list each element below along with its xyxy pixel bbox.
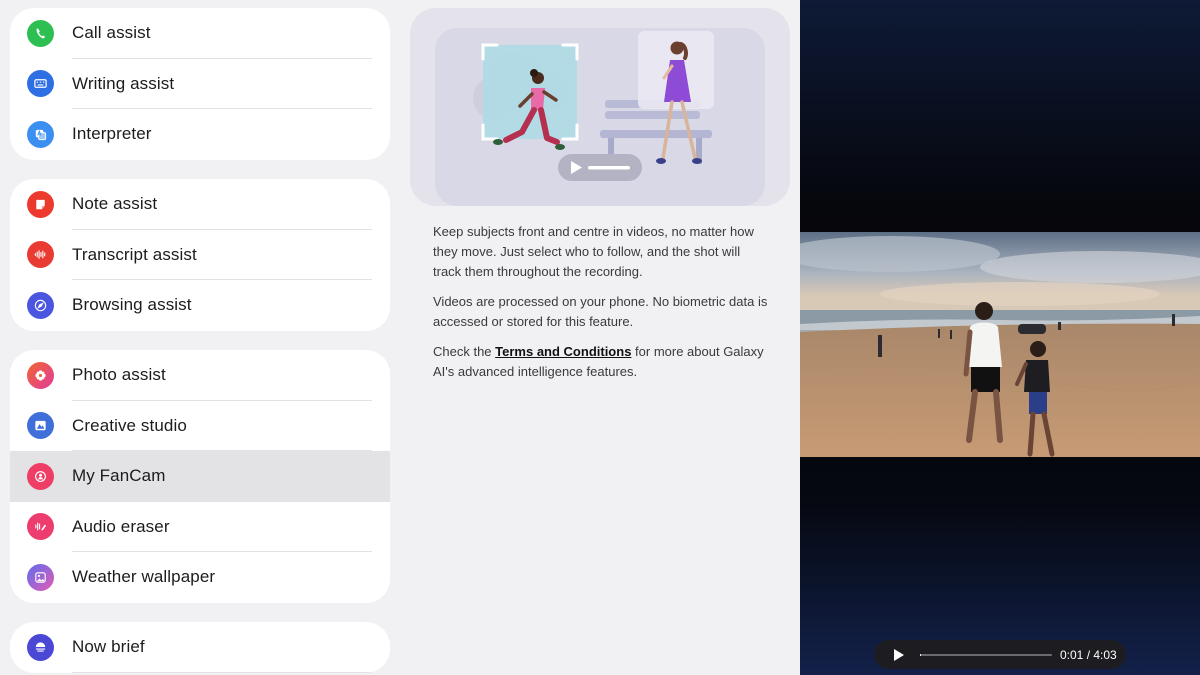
audio-eraser-label: Audio eraser <box>72 516 170 536</box>
interpreter-label: Interpreter <box>72 124 152 144</box>
now-brief-item[interactable]: Now brief <box>10 622 390 673</box>
video-controls: 0:01 / 4:03 <box>874 640 1126 669</box>
seek-bar[interactable] <box>920 653 1052 656</box>
feature-detail-pane: Keep subjects front and centre in videos… <box>400 0 800 675</box>
creative-studio-label: Creative studio <box>72 415 187 435</box>
phone-icon <box>27 19 54 47</box>
play-icon <box>894 648 904 661</box>
note-icon <box>27 190 54 218</box>
terms-prefix: Check the <box>433 344 496 359</box>
beach-video-image <box>800 232 1200 457</box>
canvas-icon <box>27 412 54 440</box>
creative-studio-item[interactable]: Creative studio <box>10 401 390 451</box>
audio-eraser-item[interactable]: Audio eraser <box>10 502 390 552</box>
illustration-art <box>435 28 765 206</box>
description-paragraph-1: Keep subjects front and centre in videos… <box>433 224 754 279</box>
interpreter-item[interactable]: Interpreter <box>10 109 390 160</box>
photo-assist-label: Photo assist <box>72 365 166 385</box>
video-frame[interactable] <box>800 232 1200 457</box>
play-button[interactable] <box>884 640 914 669</box>
settings-group-4: Now brief <box>10 622 390 673</box>
playback-time: 0:01 / 4:03 <box>1060 647 1117 662</box>
video-player-pane[interactable]: 0:01 / 4:03 <box>800 0 1200 675</box>
description-paragraph-2: Videos are processed on your phone. No b… <box>433 294 768 329</box>
seek-progress <box>920 653 921 656</box>
flower-icon <box>27 361 54 389</box>
person-focus-icon <box>27 462 54 490</box>
terms-and-conditions-link[interactable]: Terms and Conditions <box>495 344 631 359</box>
photo-assist-item[interactable]: Photo assist <box>10 350 390 401</box>
my-fancam-item[interactable]: My FanCam <box>10 451 390 502</box>
fancam-illustration <box>410 8 790 206</box>
keyboard-icon <box>27 70 54 98</box>
writing-assist-item[interactable]: Writing assist <box>10 59 390 109</box>
feature-description: Keep subjects front and centre in videos… <box>433 222 768 392</box>
call-assist-item[interactable]: Call assist <box>10 8 390 59</box>
weather-wallpaper-label: Weather wallpaper <box>72 567 216 587</box>
note-assist-label: Note assist <box>72 194 158 214</box>
audio-erase-icon <box>27 513 54 541</box>
my-fancam-label: My FanCam <box>72 466 166 486</box>
compass-icon <box>27 291 54 319</box>
feature-list-pane: Call assist Writing assist Interpreter N… <box>0 0 400 675</box>
note-assist-item[interactable]: Note assist <box>10 179 390 230</box>
transcript-assist-label: Transcript assist <box>72 244 197 264</box>
settings-group-1: Call assist Writing assist Interpreter <box>10 8 390 160</box>
translate-icon <box>27 120 54 148</box>
brief-icon <box>27 633 54 661</box>
video-play-pill <box>558 154 642 181</box>
browsing-assist-label: Browsing assist <box>72 295 192 315</box>
writing-assist-label: Writing assist <box>72 73 175 93</box>
settings-group-2: Note assist Transcript assist Browsing a… <box>10 179 390 331</box>
weather-wallpaper-item[interactable]: Weather wallpaper <box>10 552 390 603</box>
waveform-icon <box>27 241 54 269</box>
divider <box>72 671 372 673</box>
transcript-assist-item[interactable]: Transcript assist <box>10 230 390 280</box>
now-brief-label: Now brief <box>72 637 145 657</box>
browsing-assist-item[interactable]: Browsing assist <box>10 280 390 331</box>
settings-group-3: Photo assist Creative studio My FanCam A… <box>10 350 390 603</box>
wallpaper-icon <box>27 563 54 591</box>
description-paragraph-3: Check the Terms and Conditions for more … <box>433 342 768 382</box>
call-assist-label: Call assist <box>72 23 151 43</box>
